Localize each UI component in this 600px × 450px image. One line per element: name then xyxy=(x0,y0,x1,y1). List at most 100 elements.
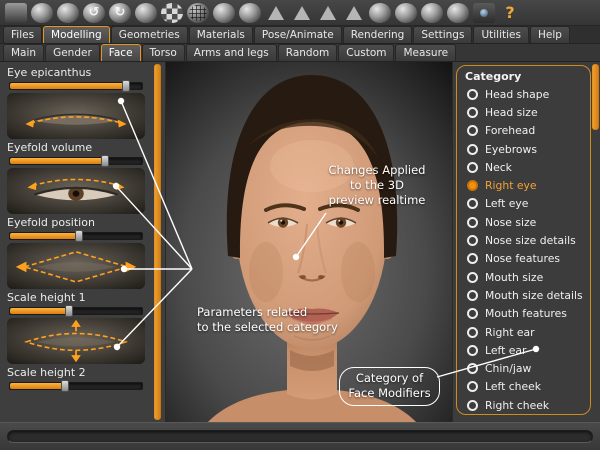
radio-icon xyxy=(467,235,478,246)
modifier-thumbnail-eyefold-volume xyxy=(7,168,145,214)
view-front-icon[interactable] xyxy=(265,3,287,23)
category-item-label: Nose features xyxy=(485,252,560,265)
radio-icon xyxy=(467,89,478,100)
tab-measure[interactable]: Measure xyxy=(395,44,456,61)
tab-settings[interactable]: Settings xyxy=(413,26,472,43)
category-item-label: Nose size details xyxy=(485,234,576,247)
material-icon[interactable] xyxy=(161,3,183,23)
tab-utilities[interactable]: Utilities xyxy=(473,26,529,43)
category-item-chin-jaw[interactable]: Chin/jaw xyxy=(464,359,586,377)
category-item-head-size[interactable]: Head size xyxy=(464,103,586,121)
left-panel-scrollbar[interactable] xyxy=(154,64,161,420)
tab-gender[interactable]: Gender xyxy=(45,44,100,61)
category-item-right-eye[interactable]: Right eye xyxy=(464,176,586,194)
lighting-icon[interactable] xyxy=(421,3,443,23)
radio-icon xyxy=(467,107,478,118)
tab-face[interactable]: Face xyxy=(101,44,141,61)
radio-icon xyxy=(467,272,478,283)
modifier-thumbnail-scale-height xyxy=(7,318,145,364)
smooth-shading-icon[interactable] xyxy=(369,3,391,23)
tab-modelling[interactable]: Modelling xyxy=(43,26,110,43)
slider-fill xyxy=(10,383,65,389)
slider-eyefold-volume[interactable] xyxy=(9,157,143,165)
category-item-left-eye[interactable]: Left eye xyxy=(464,195,586,213)
slider-eye-epicanthus[interactable] xyxy=(9,82,143,90)
background-settings-icon[interactable] xyxy=(395,3,417,23)
save-model-icon[interactable] xyxy=(57,3,79,23)
tab-random[interactable]: Random xyxy=(278,44,337,61)
category-item-forehead[interactable]: Forehead xyxy=(464,122,586,140)
slider-handle[interactable] xyxy=(75,230,83,242)
load-model-icon[interactable] xyxy=(31,3,53,23)
undo-icon[interactable]: ↺ xyxy=(83,3,105,23)
slider-eyefold-position[interactable] xyxy=(9,232,143,240)
viewport-settings-icon[interactable] xyxy=(447,3,469,23)
category-item-eyebrows[interactable]: Eyebrows xyxy=(464,140,586,158)
right-panel-scrollbar[interactable] xyxy=(592,64,599,130)
tab-files[interactable]: Files xyxy=(3,26,42,43)
category-item-label: Head size xyxy=(485,106,538,119)
slider-handle[interactable] xyxy=(101,155,109,167)
tab-rendering[interactable]: Rendering xyxy=(343,26,413,43)
tab-main[interactable]: Main xyxy=(3,44,44,61)
category-item-left-ear[interactable]: Left ear xyxy=(464,341,586,359)
category-title: Category xyxy=(465,70,586,83)
radio-icon xyxy=(467,180,478,191)
content-area: Eye epicanthus xyxy=(0,62,600,422)
category-item-label: Mouth size xyxy=(485,271,543,284)
modifier-row: Scale height 2 xyxy=(3,367,149,390)
category-item-left-cheek[interactable]: Left cheek xyxy=(464,378,586,396)
modifier-label: Scale height 2 xyxy=(7,367,145,379)
category-item-head-shape[interactable]: Head shape xyxy=(464,85,586,103)
category-item-mouth-size[interactable]: Mouth size xyxy=(464,268,586,286)
modifier-panel: Eye epicanthus xyxy=(0,62,166,422)
subdivide-icon[interactable] xyxy=(213,3,235,23)
category-item-label: Chin/jaw xyxy=(485,362,531,375)
category-item-mouth-features[interactable]: Mouth features xyxy=(464,305,586,323)
snapshot-icon[interactable] xyxy=(473,3,495,23)
slider-handle[interactable] xyxy=(61,380,69,392)
radio-icon xyxy=(467,345,478,356)
help-icon[interactable]: ? xyxy=(499,3,521,23)
3d-preview-viewport[interactable] xyxy=(166,62,452,422)
radio-icon xyxy=(467,381,478,392)
tab-help[interactable]: Help xyxy=(530,26,570,43)
view-back-icon[interactable] xyxy=(291,3,313,23)
slider-handle[interactable] xyxy=(122,80,130,92)
category-item-mouth-size-details[interactable]: Mouth size details xyxy=(464,286,586,304)
zoom-view-icon[interactable] xyxy=(135,3,157,23)
view-left-icon[interactable] xyxy=(317,3,339,23)
tab-materials[interactable]: Materials xyxy=(189,26,253,43)
uv-grid-icon[interactable] xyxy=(187,3,209,23)
radio-icon xyxy=(467,308,478,319)
category-item-nose-features[interactable]: Nose features xyxy=(464,250,586,268)
slider-handle[interactable] xyxy=(65,305,73,317)
category-item-label: Mouth size details xyxy=(485,289,583,302)
progress-bar xyxy=(7,430,593,443)
category-item-right-ear[interactable]: Right ear xyxy=(464,323,586,341)
category-item-label: Left eye xyxy=(485,197,528,210)
wireframe-icon[interactable] xyxy=(239,3,261,23)
tab-geometries[interactable]: Geometries xyxy=(111,26,188,43)
tab-pose-animate[interactable]: Pose/Animate xyxy=(254,26,342,43)
radio-icon xyxy=(467,125,478,136)
new-model-icon[interactable] xyxy=(5,3,27,23)
view-right-icon[interactable] xyxy=(343,3,365,23)
slider-scale-height-2[interactable] xyxy=(9,382,143,390)
modifier-label: Eyefold volume xyxy=(7,142,145,154)
tab-custom[interactable]: Custom xyxy=(338,44,394,61)
radio-icon xyxy=(467,363,478,374)
category-item-nose-size[interactable]: Nose size xyxy=(464,213,586,231)
category-item-right-cheek[interactable]: Right cheek xyxy=(464,396,586,414)
category-groupbox: Category Head shape Head size ForeheadEyeb… xyxy=(456,65,591,415)
category-item-nose-size-details[interactable]: Nose size details xyxy=(464,231,586,249)
slider-fill xyxy=(10,308,69,314)
tab-torso[interactable]: Torso xyxy=(142,44,185,61)
modifier-label: Eyefold position xyxy=(7,217,145,229)
category-item-neck[interactable]: Neck xyxy=(464,158,586,176)
tab-arms-and-legs[interactable]: Arms and legs xyxy=(186,44,277,61)
slider-scale-height-1[interactable] xyxy=(9,307,143,315)
toolbar: ↺↻? xyxy=(0,0,600,26)
modifier-thumbnail-eyefold-position xyxy=(7,243,145,289)
redo-icon[interactable]: ↻ xyxy=(109,3,131,23)
